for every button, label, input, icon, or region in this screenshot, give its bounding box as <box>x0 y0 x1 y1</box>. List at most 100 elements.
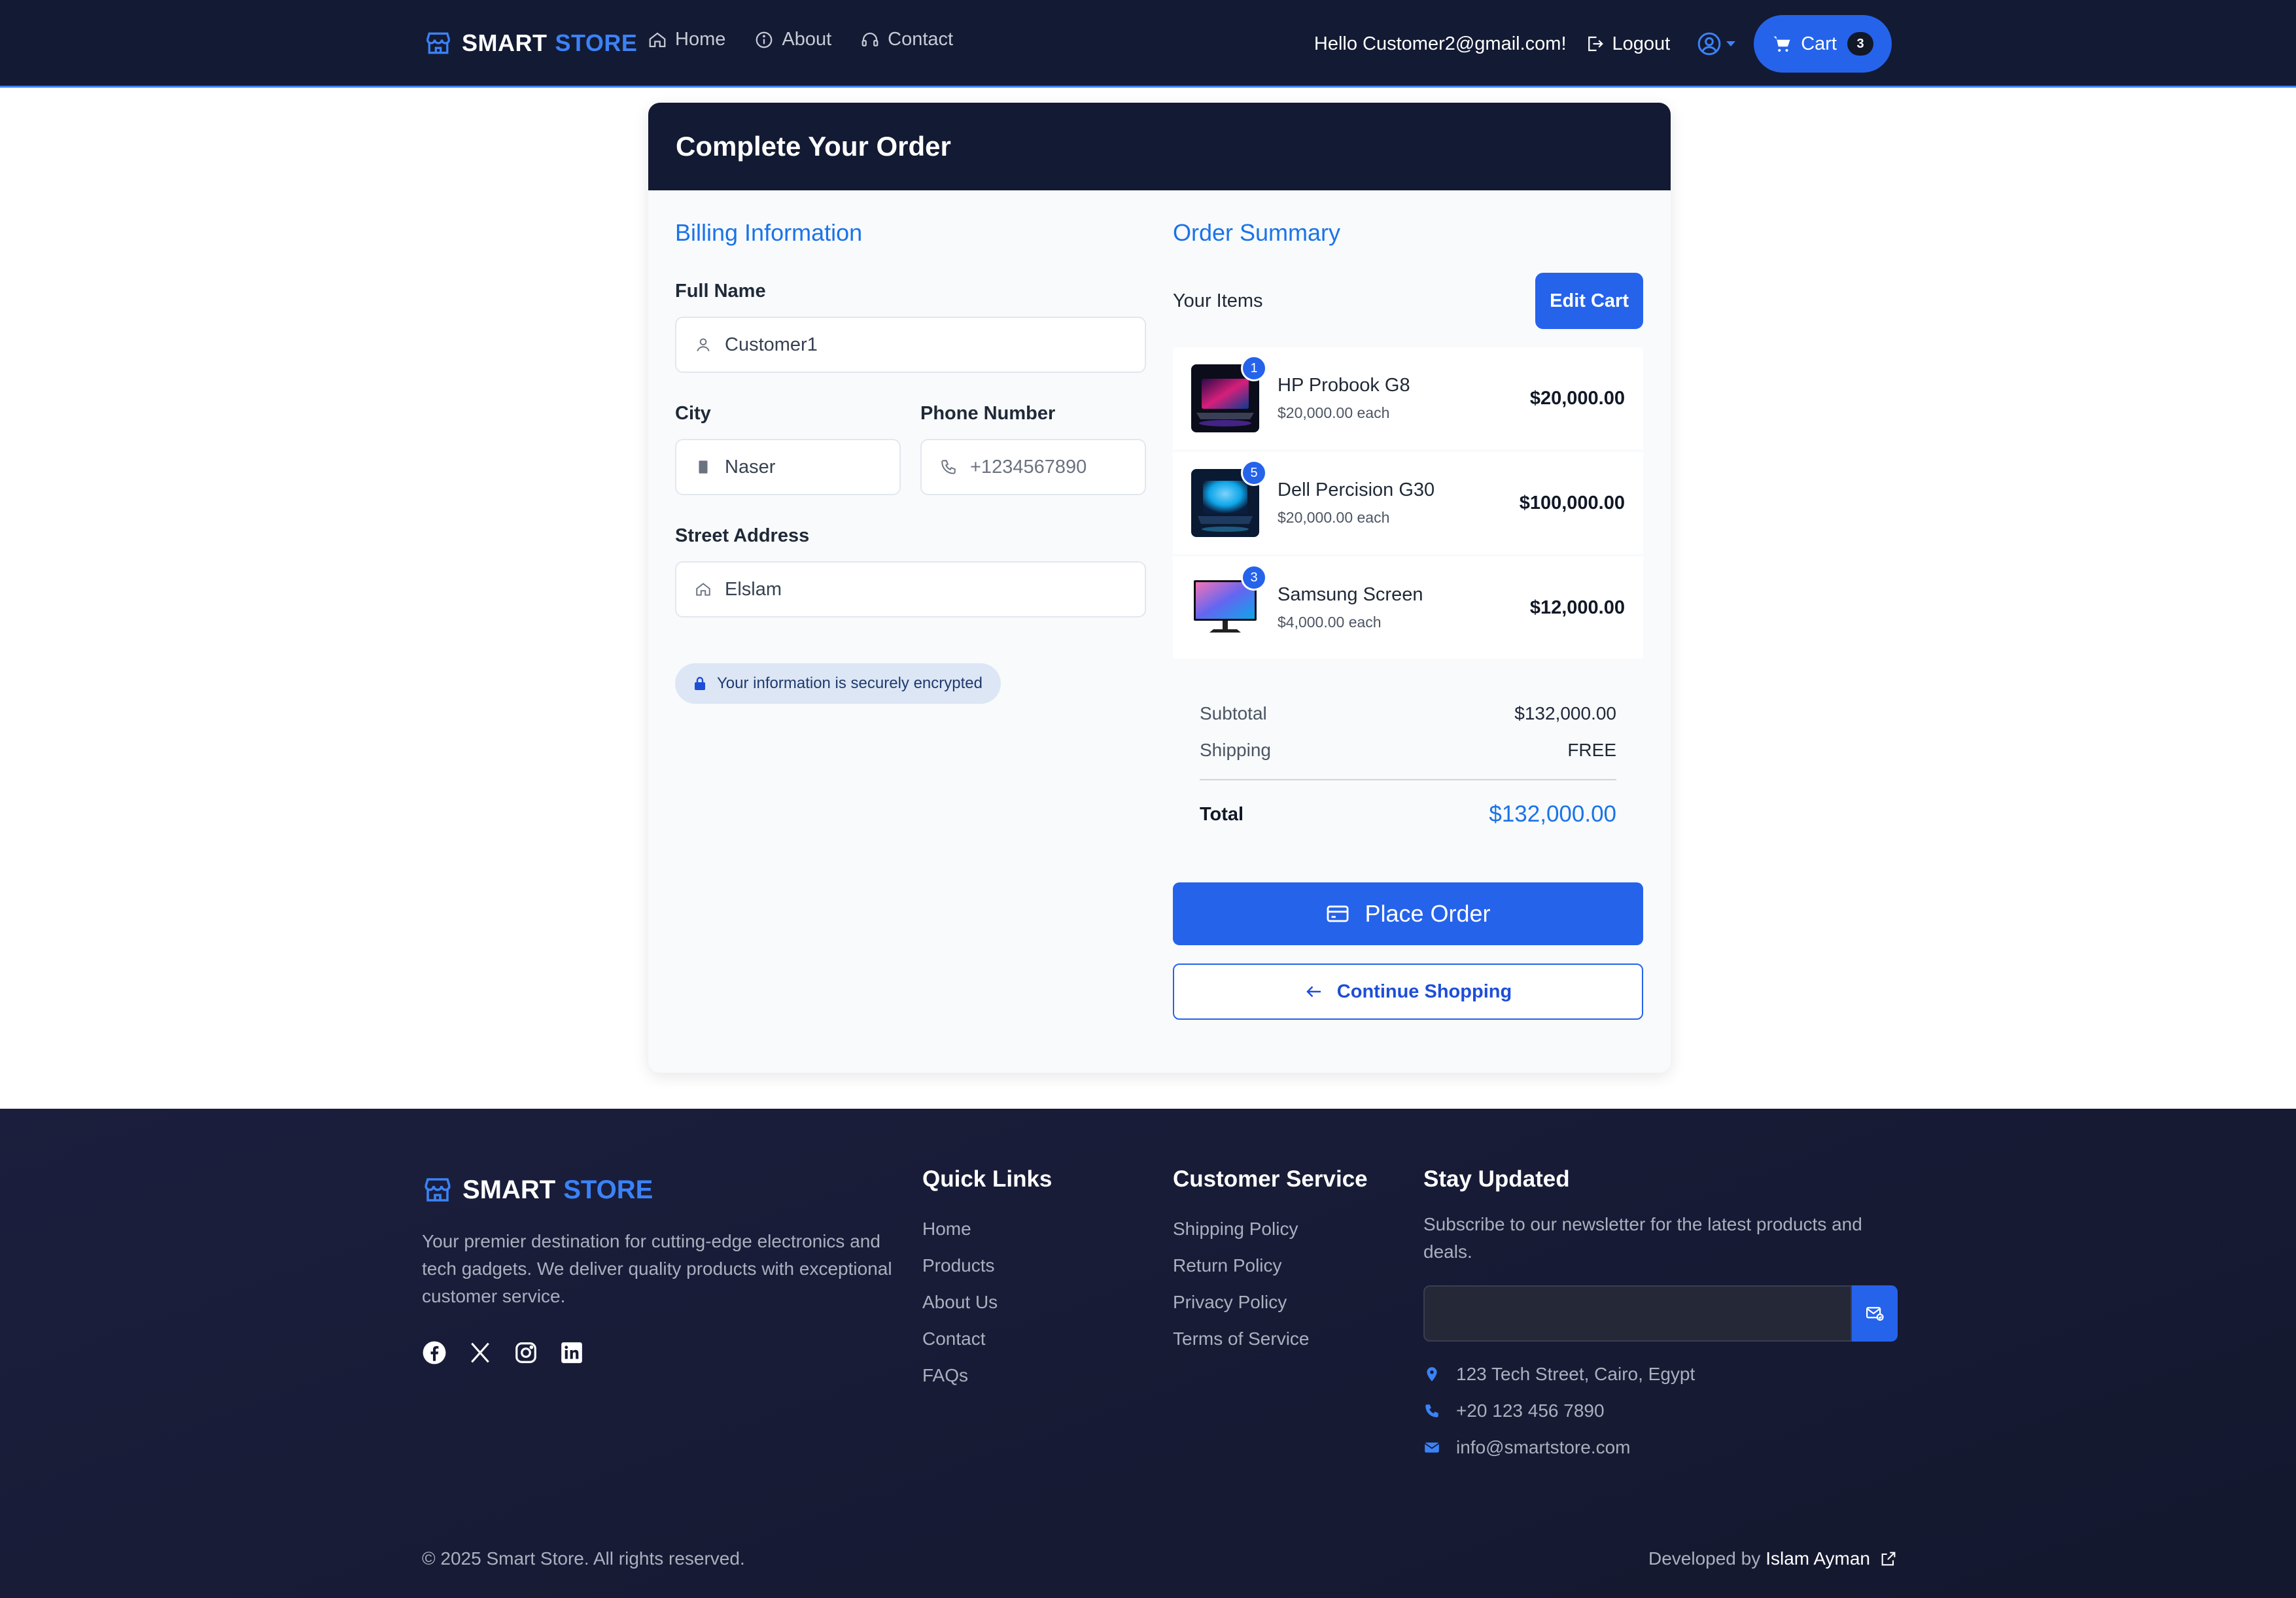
list-item: 1 HP Probook G8 $20,000.00 each $20,000.… <box>1173 347 1643 449</box>
street-field[interactable]: Elslam <box>675 561 1146 617</box>
newsletter-subscribe-button[interactable] <box>1852 1285 1898 1342</box>
quick-links-title: Quick Links <box>922 1166 1052 1192</box>
footer-brand-part2: STORE <box>563 1175 653 1204</box>
user-circle-icon <box>1697 32 1721 56</box>
list-item: 3 Samsung Screen $4,000.00 each $12,000.… <box>1173 557 1643 659</box>
place-order-label: Place Order <box>1365 900 1491 927</box>
order-totals: Subtotal $132,000.00 Shipping FREE Total… <box>1200 659 1616 848</box>
footer-link-return-policy[interactable]: Return Policy <box>1173 1247 1368 1284</box>
social-links <box>422 1340 605 1365</box>
item-unit-price: $20,000.00 each <box>1278 509 1390 526</box>
user-menu-dropdown[interactable] <box>1696 31 1736 57</box>
instagram-icon[interactable] <box>513 1340 538 1365</box>
quantity-badge: 1 <box>1241 355 1267 381</box>
linkedin-icon[interactable] <box>559 1340 584 1365</box>
credit-card-icon <box>1327 905 1349 922</box>
item-unit-price: $20,000.00 each <box>1278 404 1390 421</box>
brand-name-part1: SMART <box>462 29 548 56</box>
cart-button[interactable]: Cart 3 <box>1754 15 1892 73</box>
facebook-icon[interactable] <box>422 1340 447 1365</box>
home-icon <box>649 32 666 47</box>
city-label: City <box>675 403 711 424</box>
city-field[interactable]: Naser <box>675 439 901 495</box>
site-footer: SMART STORE Your premier destination for… <box>0 1109 2296 1598</box>
footer-link-shipping-policy[interactable]: Shipping Policy <box>1173 1211 1368 1247</box>
chevron-down-icon <box>1726 41 1736 46</box>
checkout-card: Complete Your Order Billing Information … <box>648 103 1671 1073</box>
nav-link-about[interactable]: About <box>754 29 831 50</box>
nav-link-home[interactable]: Home <box>648 29 725 50</box>
email-text: info@smartstore.com <box>1456 1437 1631 1457</box>
footer-link-faqs[interactable]: FAQs <box>922 1357 1052 1394</box>
full-name-field[interactable]: Customer1 <box>675 317 1146 373</box>
headset-icon <box>861 32 878 46</box>
nav-link-label: About <box>782 29 832 50</box>
developer-link[interactable]: Islam Ayman <box>1765 1548 1898 1569</box>
item-name: HP Probook G8 <box>1278 375 1410 396</box>
product-thumbnail[interactable]: 5 <box>1191 460 1267 537</box>
logout-button[interactable]: Logout <box>1585 33 1670 55</box>
envelope-icon <box>1424 1442 1440 1453</box>
nav-link-contact[interactable]: Contact <box>860 29 953 50</box>
footer-link-about-us[interactable]: About Us <box>922 1284 1052 1321</box>
item-total: $12,000.00 <box>1529 597 1625 618</box>
full-name-value: Customer1 <box>725 334 818 355</box>
store-icon <box>426 32 451 54</box>
phone-text: +20 123 456 7890 <box>1456 1400 1605 1421</box>
logout-icon <box>1588 36 1603 52</box>
arrow-left-icon <box>1306 986 1321 998</box>
page-title: Complete Your Order <box>676 131 951 162</box>
footer-link-home[interactable]: Home <box>922 1211 1052 1247</box>
newsletter-title: Stay Updated <box>1423 1166 1570 1192</box>
footer-description: Your premier destination for cutting-edg… <box>422 1231 892 1306</box>
map-pin-icon <box>1427 1367 1437 1381</box>
footer-brand[interactable]: SMART STORE <box>422 1174 653 1206</box>
email-line: info@smartstore.com <box>1423 1429 1898 1466</box>
card-header: Complete Your Order <box>648 103 1671 190</box>
footer-link-products[interactable]: Products <box>922 1247 1052 1284</box>
footer-link-contact[interactable]: Contact <box>922 1321 1052 1357</box>
newsletter-form <box>1423 1285 1898 1342</box>
brand-logo[interactable]: SMART STORE <box>424 29 637 58</box>
phone-icon <box>941 460 956 474</box>
nav-right: Hello Customer2@gmail.com! Logout Cart 3 <box>1314 14 1892 73</box>
continue-shopping-label: Continue Shopping <box>1336 981 1512 1002</box>
product-thumbnail[interactable]: 1 <box>1191 355 1267 432</box>
newsletter-email-input[interactable] <box>1423 1285 1852 1342</box>
item-name: Samsung Screen <box>1278 584 1423 605</box>
order-summary-title: Order Summary <box>1173 219 1341 246</box>
order-actions: Place Order Continue Shopping <box>1173 882 1643 1020</box>
street-label: Street Address <box>675 525 810 546</box>
product-thumbnail[interactable]: 3 <box>1191 565 1267 642</box>
place-order-button[interactable]: Place Order <box>1173 882 1643 945</box>
quantity-badge: 3 <box>1241 565 1267 591</box>
cart-icon <box>1773 36 1790 52</box>
item-total: $100,000.00 <box>1519 492 1625 513</box>
address-line: 123 Tech Street, Cairo, Egypt <box>1423 1356 1898 1393</box>
phone-field[interactable]: +1234567890 <box>920 439 1146 495</box>
billing-title: Billing Information <box>675 219 863 246</box>
city-group: City Naser <box>675 403 901 495</box>
cart-label: Cart <box>1801 33 1837 54</box>
home-icon <box>696 583 710 596</box>
x-icon[interactable] <box>468 1340 493 1365</box>
edit-cart-button[interactable]: Edit Cart <box>1535 273 1643 329</box>
footer-link-privacy-policy[interactable]: Privacy Policy <box>1173 1284 1368 1321</box>
newsletter-column: Stay Updated Subscribe to our newsletter… <box>1423 1166 1898 1466</box>
shipping-row: Shipping FREE <box>1200 732 1616 769</box>
brand-name-part2: STORE <box>555 29 638 56</box>
footer-link-terms[interactable]: Terms of Service <box>1173 1321 1368 1357</box>
continue-shopping-button[interactable]: Continue Shopping <box>1173 964 1643 1020</box>
item-info: HP Probook G8 $20,000.00 each <box>1278 375 1530 422</box>
order-summary-section: Order Summary Your Items Edit Cart 1 HP … <box>1173 219 1643 1020</box>
street-group: Street Address Elslam <box>675 525 1146 617</box>
footer-brand-part1: SMART <box>462 1175 556 1204</box>
phone-label: Phone Number <box>920 403 1056 424</box>
billing-section: Billing Information Full Name Customer1 … <box>675 219 1146 704</box>
developed-by-label: Developed by <box>1648 1548 1761 1569</box>
your-items-label: Your Items <box>1173 290 1263 311</box>
list-item: 5 Dell Percision G30 $20,000.00 each $10… <box>1173 452 1643 554</box>
secure-note: Your information is securely encrypted <box>717 674 983 692</box>
phone-placeholder: +1234567890 <box>970 456 1087 478</box>
items-header: Your Items Edit Cart <box>1173 273 1643 329</box>
